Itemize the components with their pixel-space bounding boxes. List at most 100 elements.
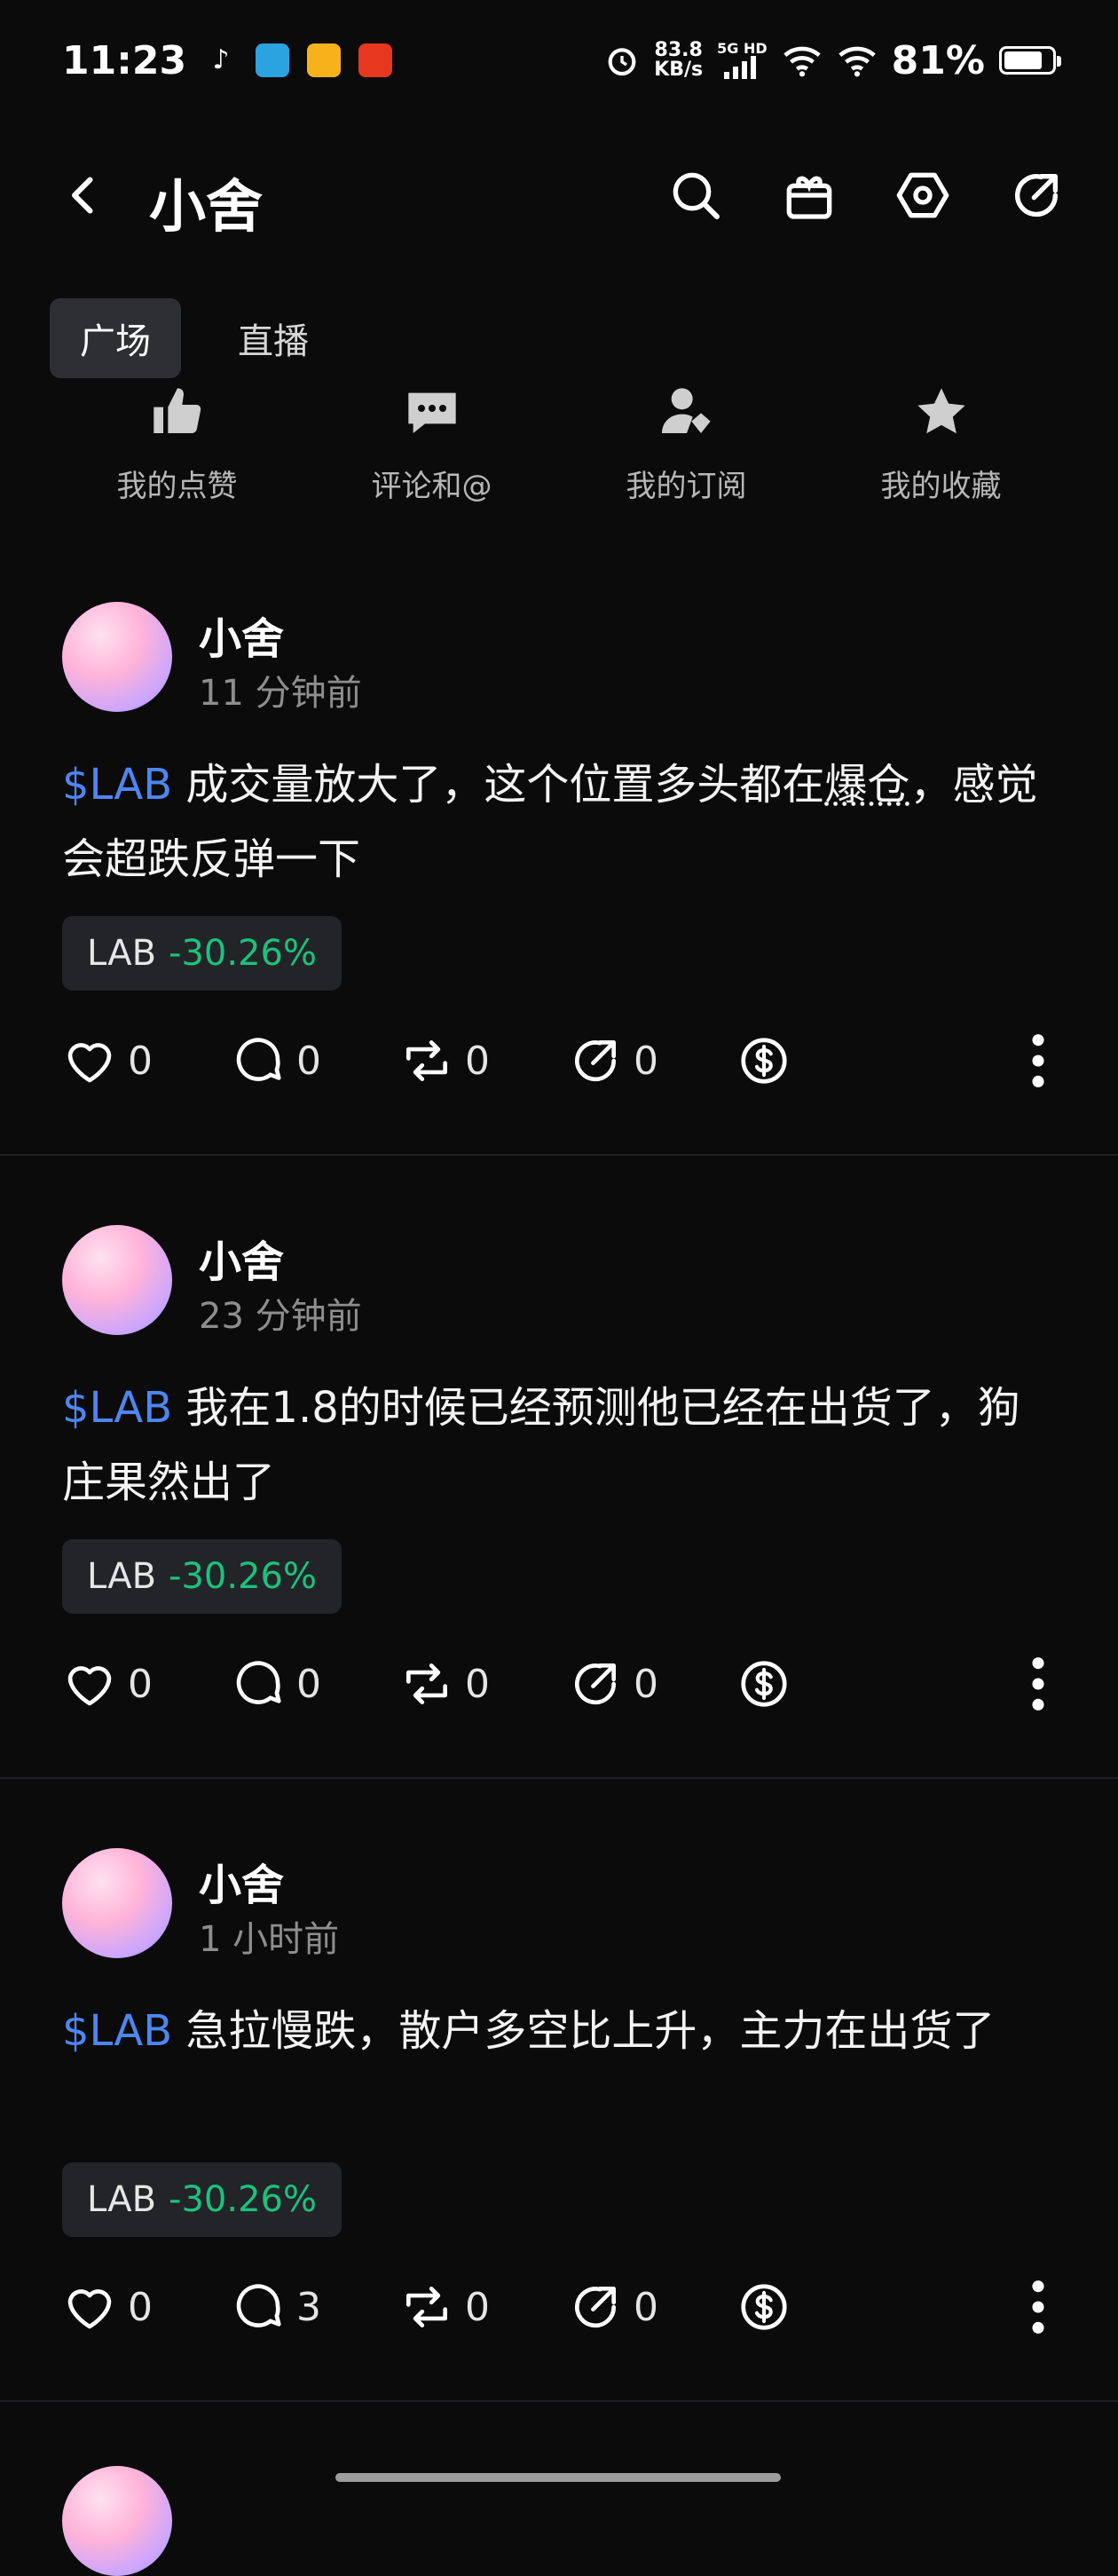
post-card[interactable]: 小舍 23 分钟前 $LAB 我在1.8的时候已经预测他已经在出货了，狗庄果然出… <box>0 1156 1118 1779</box>
heart-icon <box>67 1666 112 1706</box>
share-icon[interactable] <box>1008 167 1065 224</box>
post-actions: 0 0 0 0 <box>62 1653 1056 1715</box>
post-time: 11 分钟前 <box>199 673 362 714</box>
repost-button[interactable]: 0 <box>399 1033 568 1088</box>
chip-symbol: LAB <box>87 933 157 974</box>
like-button[interactable]: 0 <box>62 1656 231 1711</box>
shortcut-comments-mentions[interactable]: 评论和@ <box>304 383 559 505</box>
music-notification-icon: ♪ <box>212 44 230 75</box>
post-actions: 0 0 0 0 <box>62 1030 1056 1092</box>
ticker-link[interactable]: $LAB <box>62 1383 172 1433</box>
avatar[interactable] <box>62 2466 172 2576</box>
status-bar: 11:23 ♪ 83.8 KB/s 5G HD 81% <box>0 0 1118 121</box>
wifi-icon-2 <box>838 46 876 77</box>
post-author[interactable]: 小舍 <box>199 1850 284 1912</box>
post-time: 1 小时前 <box>199 1919 340 1960</box>
ticker-link[interactable]: $LAB <box>62 760 172 810</box>
comment-bubble-icon <box>236 2284 281 2327</box>
post-author[interactable]: 小舍 <box>199 1227 284 1289</box>
search-icon[interactable] <box>667 167 724 224</box>
post-feed: 小舍 11 分钟前 $LAB 成交量放大了，这个位置多头都在爆仓，感觉会超跌反弹… <box>0 533 1118 2576</box>
chip-change: -30.26% <box>169 2179 317 2220</box>
more-options-icon[interactable] <box>1020 1030 1056 1092</box>
comment-bubble-icon <box>236 1038 281 1081</box>
chip-symbol: LAB <box>87 2179 157 2220</box>
shortcut-my-favorites[interactable]: 我的收藏 <box>814 383 1068 505</box>
share-icon <box>575 1663 616 1705</box>
chip-symbol: LAB <box>87 1556 157 1597</box>
post-card[interactable]: 小舍 1 小时前 $LAB 急拉慢跌，散户多空比上升，主力在出货了 LAB -3… <box>0 1779 1118 2402</box>
like-button[interactable]: 0 <box>62 2280 231 2335</box>
post-text: $LAB 急拉慢跌，散户多空比上升，主力在出货了 <box>62 2006 996 2056</box>
heart-icon <box>67 1043 112 1083</box>
post-actions: 0 3 0 0 <box>62 2276 1056 2338</box>
repost-icon <box>406 1663 447 1704</box>
share-button[interactable]: 0 <box>568 2280 736 2335</box>
star-icon <box>917 388 965 434</box>
page-title: 小舍 <box>149 175 263 241</box>
avatar[interactable] <box>62 1225 172 1335</box>
comment-icon <box>407 392 456 433</box>
battery-percent: 81% <box>891 37 985 83</box>
shortcut-my-likes[interactable]: 我的点赞 <box>50 383 304 505</box>
shortcut-row: 我的点赞 评论和@ 我的订阅 我的收藏 <box>0 383 1118 505</box>
dollar-coin-icon <box>741 2284 787 2330</box>
home-indicator[interactable] <box>335 2473 781 2482</box>
tab-live[interactable]: 直播 <box>208 298 339 378</box>
comment-bubble-icon <box>236 1661 281 1704</box>
comment-button[interactable]: 0 <box>231 1656 399 1711</box>
tip-button[interactable] <box>736 1033 905 1088</box>
ticker-link[interactable]: $LAB <box>62 2006 172 2056</box>
shortcut-my-subscriptions[interactable]: 我的订阅 <box>559 383 814 505</box>
dollar-coin-icon <box>741 1038 787 1084</box>
settings-icon[interactable] <box>894 167 951 224</box>
post-text: $LAB 成交量放大了，这个位置多头都在爆仓，感觉会超跌反弹一下 <box>62 760 1038 884</box>
thumbs-up-icon <box>153 388 201 433</box>
ticker-chip[interactable]: LAB -30.26% <box>62 1539 342 1614</box>
heart-icon <box>67 2289 112 2329</box>
ticker-chip[interactable]: LAB -30.26% <box>62 916 342 991</box>
subscribe-user-icon <box>661 388 711 433</box>
like-button[interactable]: 0 <box>62 1033 231 1088</box>
share-icon <box>575 1040 616 1082</box>
repost-button[interactable]: 0 <box>399 2280 568 2335</box>
top-bar: 小舍 <box>0 142 1118 249</box>
taobao-notification-icon <box>358 43 393 77</box>
post-time: 23 分钟前 <box>199 1296 362 1337</box>
telegram-notification-icon <box>256 43 290 77</box>
chip-change: -30.26% <box>169 1556 317 1597</box>
chip-change: -30.26% <box>169 933 317 974</box>
more-options-icon[interactable] <box>1020 2276 1056 2338</box>
comment-button[interactable]: 3 <box>231 2280 399 2335</box>
network-speed: 83.8 KB/s <box>654 39 704 81</box>
battery-icon <box>999 46 1061 75</box>
wifi-icon <box>783 46 821 77</box>
post-card[interactable]: 小舍 11 分钟前 $LAB 成交量放大了，这个位置多头都在爆仓，感觉会超跌反弹… <box>0 533 1118 1156</box>
repost-icon <box>406 1040 447 1081</box>
avatar[interactable] <box>62 1848 172 1958</box>
dollar-coin-icon <box>741 1661 787 1707</box>
term-link[interactable]: 爆仓 <box>824 760 909 810</box>
clock: 11:23 <box>62 37 187 83</box>
repost-icon <box>406 2287 447 2327</box>
repost-button[interactable]: 0 <box>399 1656 568 1711</box>
post-author[interactable]: 小舍 <box>199 604 284 666</box>
cellular-signal: 5G HD <box>717 42 768 79</box>
avatar[interactable] <box>62 602 172 712</box>
tip-button[interactable] <box>736 2280 905 2335</box>
post-text: $LAB 我在1.8的时候已经预测他已经在出货了，狗庄果然出了 <box>62 1383 1020 1507</box>
more-options-icon[interactable] <box>1020 1653 1056 1715</box>
share-button[interactable]: 0 <box>568 1656 736 1711</box>
comment-button[interactable]: 0 <box>231 1033 399 1088</box>
ticker-chip[interactable]: LAB -30.26% <box>62 2162 342 2237</box>
post-card[interactable] <box>0 2402 1118 2576</box>
weibo-notification-icon <box>307 43 342 77</box>
tab-square[interactable]: 广场 <box>50 298 181 378</box>
tab-bar: 广场 直播 <box>50 298 339 378</box>
share-button[interactable]: 0 <box>568 1033 736 1088</box>
tip-button[interactable] <box>736 1656 905 1711</box>
alarm-icon <box>608 48 636 76</box>
cellular-signal-icon <box>724 56 757 79</box>
back-icon[interactable] <box>57 169 110 222</box>
gift-icon[interactable] <box>781 167 838 224</box>
